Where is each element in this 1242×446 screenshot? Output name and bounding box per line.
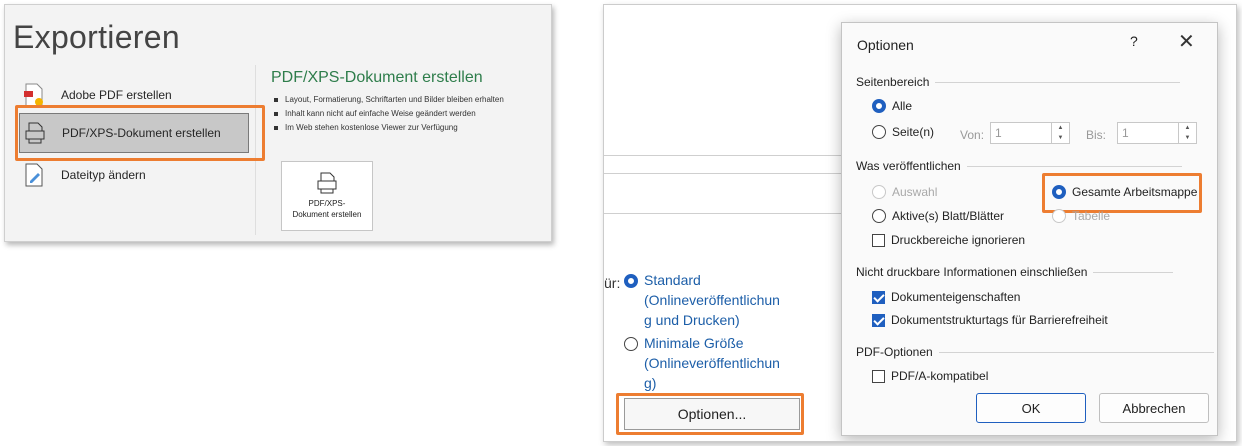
down-arrow-icon: ▼ xyxy=(1057,135,1064,141)
optimize-standard[interactable]: Standard (Onlineveröffentlichun g und Druc… xyxy=(624,270,780,330)
optimize-minimal-label: Minimale Größe (Onlineveröffentlichun g) xyxy=(644,335,780,391)
cancel-button[interactable]: Abbrechen xyxy=(1099,393,1209,423)
publish-active-sheets-option[interactable]: Aktive(s) Blatt/Blätter xyxy=(872,209,1004,223)
export-panel: Exportieren Adobe PDF erstellen PDF/XPS-… xyxy=(4,4,552,242)
structure-tags-checkbox[interactable]: Dokumentstrukturtags für Barrierefreihei… xyxy=(872,313,1108,327)
create-pdf-xps-label: PDF/XPS- Dokument erstellen xyxy=(292,199,362,219)
stepper-arrows[interactable]: ▲ ▼ xyxy=(1051,123,1069,143)
optimize-minimal[interactable]: Minimale Größe (Onlineveröffentlichun g) xyxy=(624,333,780,393)
up-arrow-icon: ▲ xyxy=(1184,125,1191,131)
to-input[interactable]: 1 xyxy=(1118,123,1178,143)
radio-button[interactable] xyxy=(872,99,886,113)
radio-button[interactable] xyxy=(872,125,886,139)
from-label: Von: xyxy=(960,128,985,142)
from-input[interactable]: 1 xyxy=(991,123,1051,143)
radio-button[interactable] xyxy=(624,274,638,288)
divider xyxy=(604,173,854,174)
to-label: Bis: xyxy=(1086,128,1107,142)
options-dialog: Optionen ? ✕ Seitenbereich Alle Seite(n)… xyxy=(841,22,1218,436)
checkbox[interactable] xyxy=(872,290,885,304)
document-icon xyxy=(317,172,337,194)
highlight-box xyxy=(15,105,265,161)
feature-list: Layout, Formatierung, Schriftarten und B… xyxy=(271,93,504,135)
section-page-range: Seitenbereich xyxy=(856,75,1181,89)
page-title: Exportieren xyxy=(13,19,180,55)
publish-selection-option[interactable]: Auswahl xyxy=(872,185,937,199)
feature-item: Im Web stehen kostenlose Viewer zur Verf… xyxy=(271,121,504,135)
close-icon[interactable]: ✕ xyxy=(1178,29,1195,54)
pdf-xps-details: PDF/XPS-Dokument erstellen Layout, Forma… xyxy=(271,69,504,135)
publish-panel: ür: Standard (Onlineveröffentlichun g und … xyxy=(603,4,1237,442)
ignore-print-areas-checkbox[interactable]: Druckbereiche ignorieren xyxy=(872,233,1025,247)
down-arrow-icon: ▼ xyxy=(1184,135,1191,141)
checkbox[interactable] xyxy=(872,369,885,383)
section-publish: Was veröffentlichen xyxy=(856,159,1182,173)
divider xyxy=(604,213,854,214)
feature-item: Layout, Formatierung, Schriftarten und B… xyxy=(271,93,504,107)
help-button[interactable]: ? xyxy=(1130,33,1138,49)
checkbox[interactable] xyxy=(872,313,885,327)
range-pages-option[interactable]: Seite(n) xyxy=(872,125,934,139)
optimize-standard-label: Standard (Onlineveröffentlichun g und Druc… xyxy=(644,272,780,328)
dialog-title: Optionen xyxy=(857,37,914,53)
publish-table-option[interactable]: Tabelle xyxy=(1052,209,1110,223)
radio-button[interactable] xyxy=(1052,209,1066,223)
change-filetype-icon xyxy=(21,162,47,188)
feature-item: Inhalt kann nicht auf einfache Weise geä… xyxy=(271,107,504,121)
stepper-arrows[interactable]: ▲ ▼ xyxy=(1178,123,1196,143)
create-pdf-xps-button[interactable]: PDF/XPS- Dokument erstellen xyxy=(281,161,373,231)
radio-button[interactable] xyxy=(872,209,886,223)
section-nonprintable: Nicht druckbare Informationen einschließ… xyxy=(856,265,1174,279)
export-item-label: Adobe PDF erstellen xyxy=(61,88,172,102)
ok-button[interactable]: OK xyxy=(976,393,1086,423)
document-properties-checkbox[interactable]: Dokumenteigenschaften xyxy=(872,290,1020,304)
radio-button[interactable] xyxy=(872,185,886,199)
export-item-change-filetype[interactable]: Dateityp ändern xyxy=(19,155,249,195)
highlight-box xyxy=(616,393,804,435)
checkbox[interactable] xyxy=(872,233,885,247)
from-stepper[interactable]: 1 ▲ ▼ xyxy=(990,122,1070,144)
optimize-label: ür: xyxy=(604,275,621,291)
to-stepper[interactable]: 1 ▲ ▼ xyxy=(1117,122,1197,144)
section-pdf-options: PDF-Optionen xyxy=(856,345,1214,359)
range-all-option[interactable]: Alle xyxy=(872,99,912,113)
section-title: PDF/XPS-Dokument erstellen xyxy=(271,69,483,86)
highlight-box xyxy=(1042,173,1202,213)
pdfa-checkbox[interactable]: PDF/A-kompatibel xyxy=(872,369,988,383)
radio-button[interactable] xyxy=(624,337,638,351)
divider xyxy=(604,155,854,156)
export-item-label: Dateityp ändern xyxy=(61,168,146,182)
up-arrow-icon: ▲ xyxy=(1057,125,1064,131)
